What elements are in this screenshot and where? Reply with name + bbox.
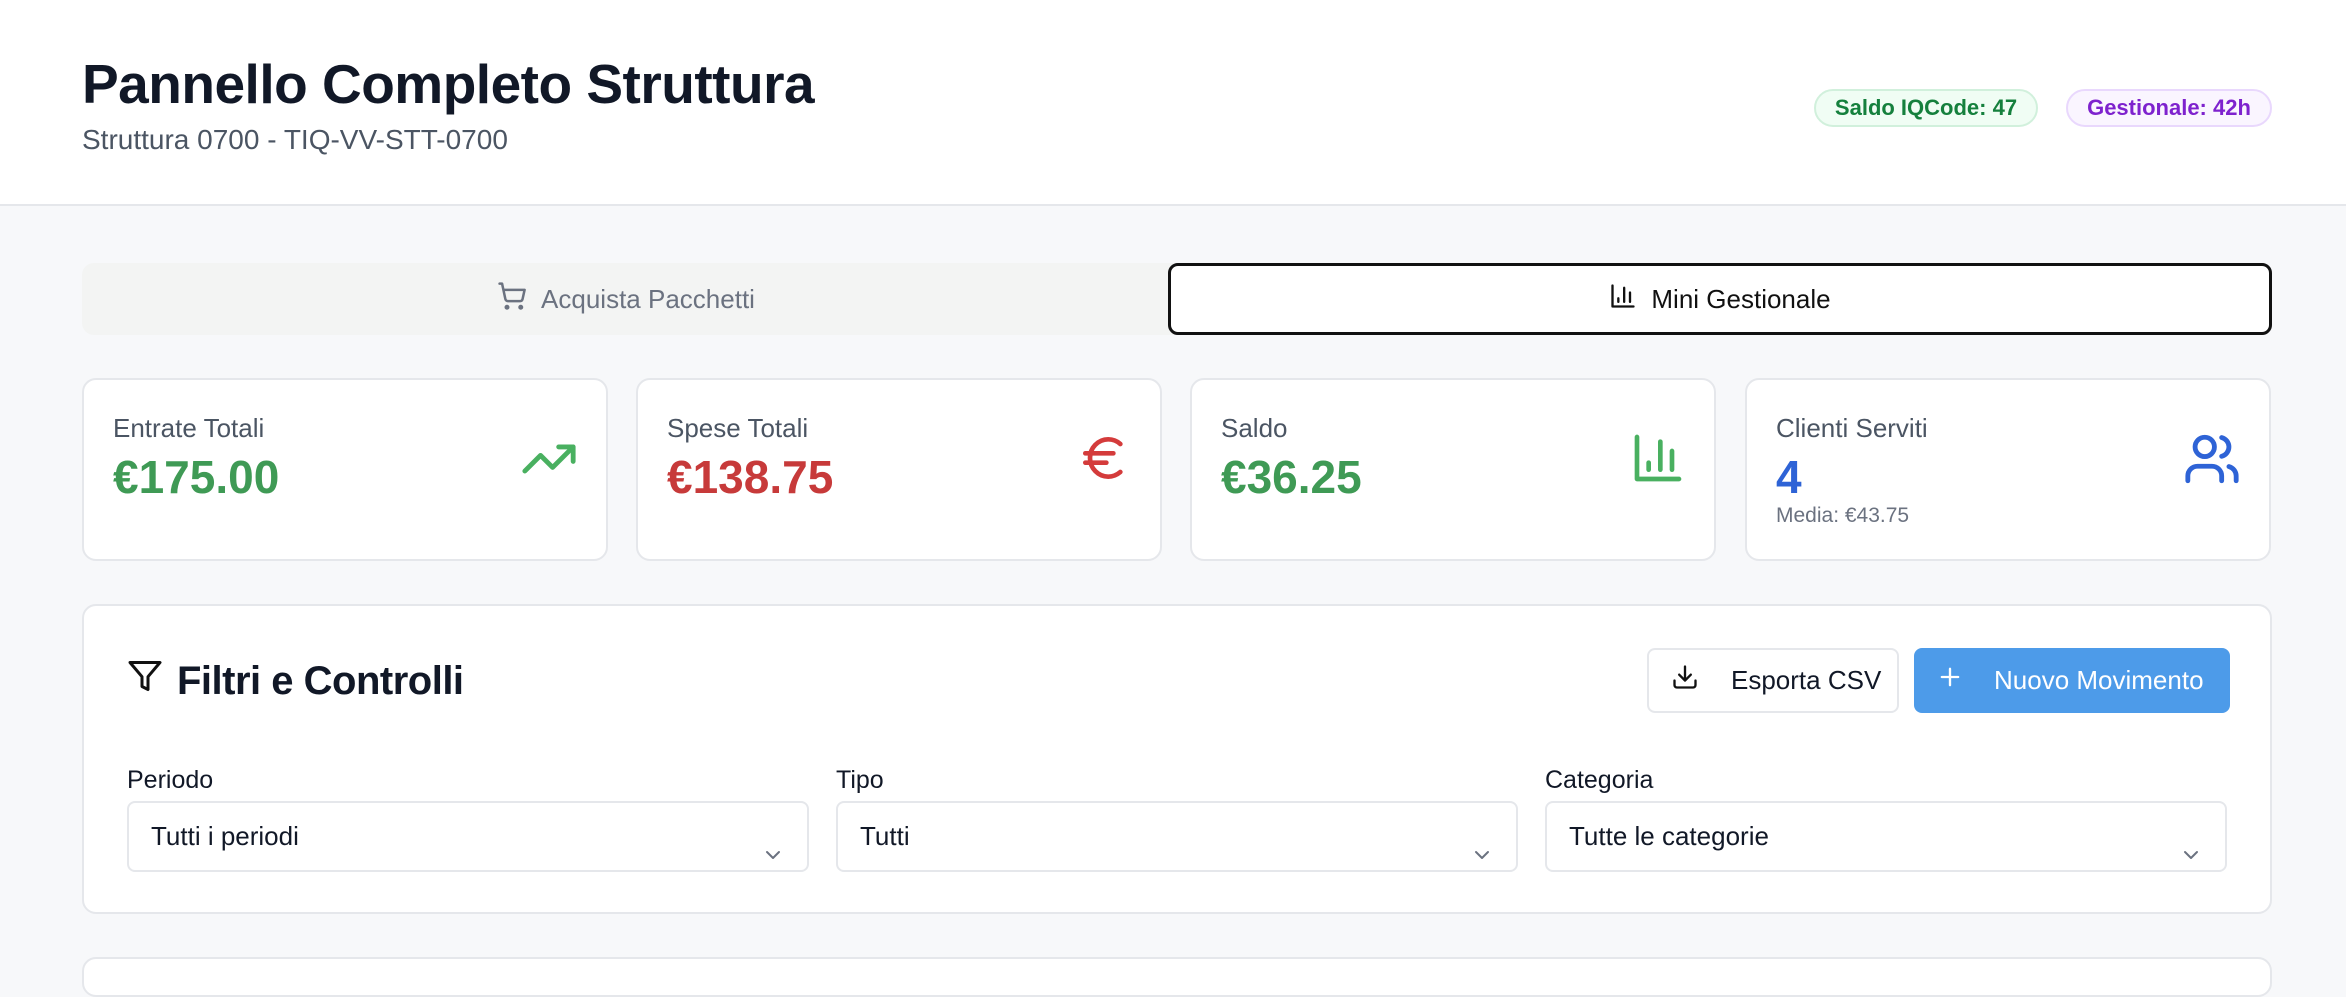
stat-label: Saldo — [1221, 413, 1288, 443]
new-movement-label: Nuovo Movimento — [1994, 665, 2204, 695]
page-subtitle: Struttura 0700 - TIQ-VV-STT-0700 — [82, 124, 508, 155]
stat-card-clienti: Clienti Serviti 4 Media: €43.75 — [1745, 378, 2271, 561]
categoria-select[interactable]: Tutte le categorie — [1545, 801, 2227, 872]
tipo-select[interactable]: Tutti — [836, 801, 1518, 872]
new-movement-button[interactable]: Nuovo Movimento — [1914, 648, 2230, 713]
export-label: Esporta CSV — [1731, 665, 1882, 695]
export-csv-button[interactable]: Esporta CSV — [1647, 648, 1899, 713]
stat-card-entrate: Entrate Totali €175.00 — [82, 378, 608, 561]
stat-value: €138.75 — [667, 451, 834, 503]
saldo-iqcode-badge: Saldo IQCode: 47 — [1814, 89, 2038, 127]
plus-icon — [1914, 663, 1994, 698]
tipo-label: Tipo — [836, 766, 884, 794]
users-icon — [2183, 430, 2241, 493]
categoria-label: Categoria — [1545, 766, 1654, 794]
stat-sub: Media: €43.75 — [1776, 504, 1910, 527]
stat-label: Clienti Serviti — [1776, 413, 1928, 443]
tab-label: Mini Gestionale — [1651, 283, 1831, 314]
stat-label: Entrate Totali — [113, 413, 265, 443]
euro-icon — [1076, 430, 1132, 491]
tab-bar: Acquista Pacchetti Mini Gestionale — [82, 263, 2272, 335]
tab-mini-gestionale[interactable]: Mini Gestionale — [1168, 263, 2272, 335]
cart-icon — [497, 281, 541, 318]
stat-value: 4 — [1776, 451, 1802, 503]
tab-label: Acquista Pacchetti — [541, 283, 755, 314]
stat-card-saldo: Saldo €36.25 — [1190, 378, 1716, 561]
chevron-down-icon — [761, 825, 785, 892]
filters-heading: Filtri e Controlli — [127, 658, 464, 704]
tab-acquista-pacchetti[interactable]: Acquista Pacchetti — [82, 263, 1170, 335]
periodo-value: Tutti i periodi — [151, 821, 299, 851]
periodo-select[interactable]: Tutti i periodi — [127, 801, 809, 872]
download-icon — [1649, 663, 1731, 698]
bar-chart-icon — [1609, 282, 1651, 317]
filter-icon — [127, 658, 177, 704]
stat-label: Spese Totali — [667, 413, 809, 443]
filters-title: Filtri e Controlli — [177, 658, 464, 703]
tipo-value: Tutti — [860, 821, 910, 851]
periodo-label: Periodo — [127, 766, 214, 794]
page-header: Pannello Completo Struttura Struttura 07… — [0, 0, 2346, 206]
stat-value: €36.25 — [1221, 451, 1362, 503]
categoria-value: Tutte le categorie — [1569, 821, 1769, 851]
chevron-down-icon — [1470, 825, 1494, 892]
filters-panel: Filtri e Controlli Esporta CSV Nuovo Mov… — [82, 604, 2272, 914]
stat-card-spese: Spese Totali €138.75 — [636, 378, 1162, 561]
stat-value: €175.00 — [113, 451, 280, 503]
chevron-down-icon — [2179, 825, 2203, 892]
movements-panel — [82, 957, 2272, 997]
trending-up-icon — [520, 430, 578, 493]
bar-chart-icon — [1630, 430, 1686, 491]
page-title: Pannello Completo Struttura — [82, 53, 815, 115]
gestionale-hours-badge: Gestionale: 42h — [2066, 89, 2272, 127]
